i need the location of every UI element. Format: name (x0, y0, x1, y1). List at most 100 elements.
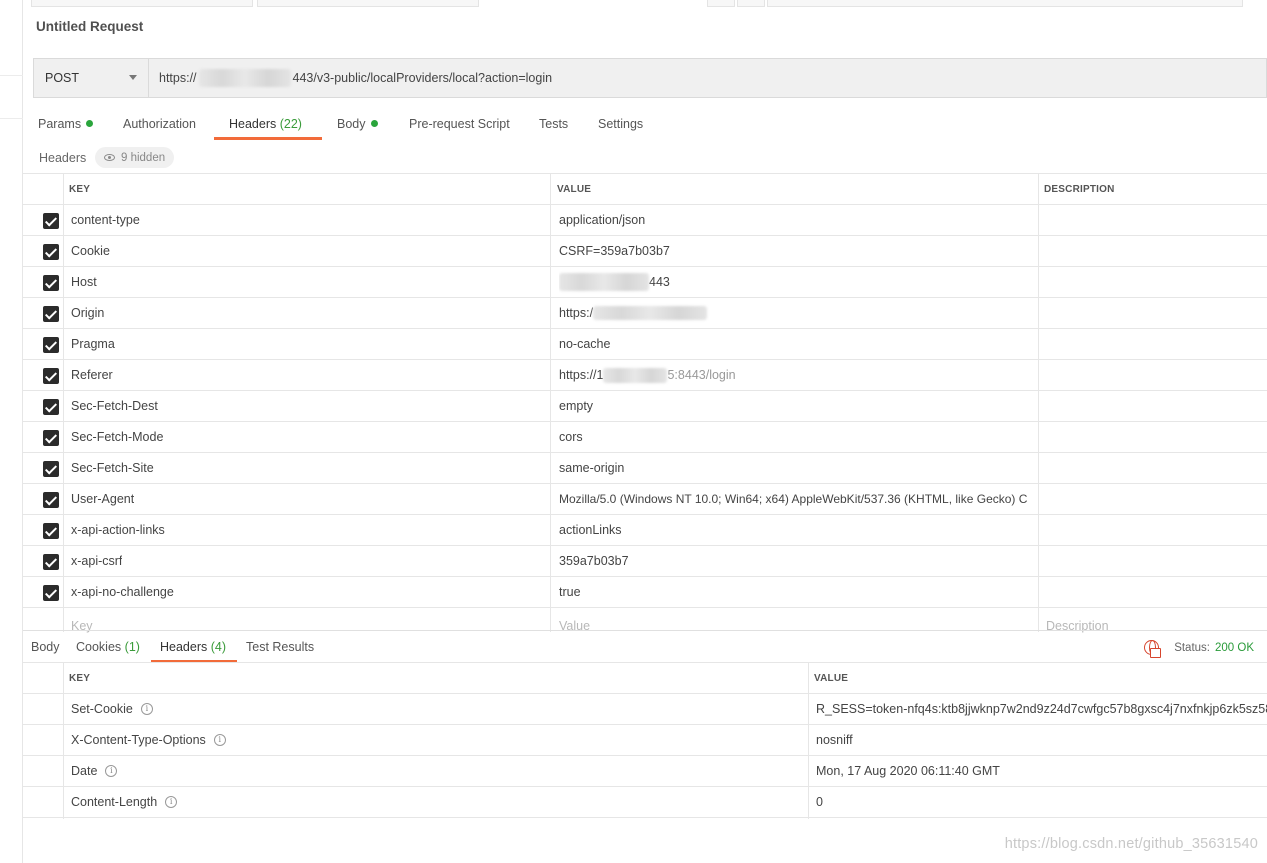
request-headers-table: KEY VALUE DESCRIPTION content-type appli… (23, 173, 1267, 633)
row-checkbox[interactable] (43, 461, 59, 477)
table-row: X-Content-Type-Options i nosniff (23, 725, 1267, 756)
tab-params[interactable]: Params (38, 117, 94, 131)
redacted-value (603, 367, 668, 383)
row-checkbox[interactable] (43, 399, 59, 415)
new-header-row: Key Value Description (23, 608, 1267, 633)
response-status: Status: 200 OK (1144, 640, 1254, 658)
header-key[interactable]: x-api-csrf (71, 546, 122, 576)
header-value[interactable]: same-origin (559, 453, 1033, 483)
header-key[interactable]: x-api-action-links (71, 515, 165, 545)
tab-authorization[interactable]: Authorization (123, 117, 196, 131)
row-checkbox[interactable] (43, 430, 59, 446)
response-tab-cookies[interactable]: Cookies (1) (76, 640, 140, 654)
response-header-value: Mon, 17 Aug 2020 06:11:40 GMT (816, 764, 1000, 778)
table-row: x-api-action-links actionLinks (23, 515, 1267, 546)
table-header-row: KEY VALUE (23, 663, 1267, 694)
header-key[interactable]: Pragma (71, 329, 115, 359)
response-header-key: Content-Length i (71, 787, 178, 817)
row-checkbox[interactable] (43, 368, 59, 384)
redacted-value (559, 273, 649, 291)
response-header-value: 0 (816, 795, 823, 809)
header-value[interactable]: application/json (559, 205, 1033, 235)
row-checkbox[interactable] (43, 523, 59, 539)
response-tab-test-results[interactable]: Test Results (246, 640, 314, 654)
response-tab-headers[interactable]: Headers (4) (160, 640, 226, 654)
body-status-dot (370, 120, 378, 127)
row-checkbox[interactable] (43, 554, 59, 570)
header-value[interactable]: CSRF=359a7b03b7 (559, 236, 1033, 266)
table-row: Host 443 (23, 267, 1267, 298)
row-checkbox[interactable] (43, 306, 59, 322)
redacted-value (593, 306, 708, 320)
header-value[interactable]: empty (559, 391, 1033, 421)
info-icon[interactable]: i (105, 765, 118, 777)
globe-error-icon[interactable] (1144, 640, 1162, 658)
headers-section-label: Headers (39, 151, 87, 165)
url-bar: POST https:// 443/v3-public/localProvide… (33, 58, 1267, 98)
table-header-row: KEY VALUE DESCRIPTION (23, 174, 1267, 205)
redacted-host (198, 69, 291, 87)
response-header-key: Set-Cookie i (71, 694, 153, 724)
url-input[interactable]: https:// 443/v3-public/localProviders/lo… (149, 59, 1266, 97)
header-value[interactable]: true (559, 577, 1033, 607)
row-checkbox[interactable] (43, 275, 59, 291)
header-value[interactable]: actionLinks (559, 515, 1033, 545)
header-key[interactable]: User-Agent (71, 484, 134, 514)
column-header-value: VALUE (557, 183, 592, 195)
table-row: User-Agent Mozilla/5.0 (Windows NT 10.0;… (23, 484, 1267, 515)
header-value[interactable]: cors (559, 422, 1033, 452)
header-key[interactable]: Sec-Fetch-Mode (71, 422, 163, 452)
row-checkbox[interactable] (43, 213, 59, 229)
header-value[interactable]: 359a7b03b7 (559, 546, 1033, 576)
response-header-value: nosniff (816, 733, 853, 747)
column-header-value: VALUE (814, 672, 849, 684)
info-icon[interactable]: i (165, 796, 178, 808)
row-checkbox[interactable] (43, 337, 59, 353)
url-suffix: 443/v3-public/localProviders/local?actio… (292, 71, 553, 85)
response-header-key: X-Content-Type-Options i (71, 725, 226, 755)
info-icon[interactable]: i (140, 703, 153, 715)
row-checkbox[interactable] (43, 492, 59, 508)
header-value[interactable]: https://1 5:8443/login (559, 360, 1033, 390)
tab-body[interactable]: Body (337, 117, 378, 131)
header-key[interactable]: Sec-Fetch-Dest (71, 391, 158, 421)
tab-pre-request-script[interactable]: Pre-request Script (409, 117, 510, 131)
method-select[interactable]: POST (34, 59, 149, 97)
header-value[interactable]: no-cache (559, 329, 1033, 359)
response-tab-body[interactable]: Body (31, 640, 60, 654)
row-checkbox[interactable] (43, 244, 59, 260)
row-checkbox[interactable] (43, 585, 59, 601)
header-key[interactable]: Host (71, 267, 97, 297)
header-key[interactable]: x-api-no-challenge (71, 577, 174, 607)
header-value[interactable]: 443 (559, 267, 1033, 297)
eye-icon (104, 154, 115, 161)
tab-tests[interactable]: Tests (539, 117, 568, 131)
header-key[interactable]: Sec-Fetch-Site (71, 453, 154, 483)
request-tab[interactable] (31, 0, 253, 7)
header-key[interactable]: Cookie (71, 236, 110, 266)
header-value[interactable]: https:/ (559, 298, 1033, 328)
request-tab[interactable] (767, 0, 1243, 7)
table-row: Sec-Fetch-Site same-origin (23, 453, 1267, 484)
request-tab[interactable] (257, 0, 479, 7)
request-tab[interactable] (707, 0, 735, 7)
header-key[interactable]: content-type (71, 205, 140, 235)
response-tabs: Body Cookies (1) Headers (4) Test Result… (23, 630, 1267, 663)
table-row: x-api-csrf 359a7b03b7 (23, 546, 1267, 577)
table-row: Date i Mon, 17 Aug 2020 06:11:40 GMT (23, 756, 1267, 787)
request-title[interactable]: Untitled Request (36, 19, 143, 34)
header-key[interactable]: Origin (71, 298, 104, 328)
hidden-headers-toggle[interactable]: 9 hidden (95, 147, 175, 168)
tab-headers[interactable]: Headers (22) (229, 117, 302, 131)
header-value[interactable]: Mozilla/5.0 (Windows NT 10.0; Win64; x64… (559, 484, 1033, 514)
response-header-value: R_SESS=token-nfq4s:ktb8jjwknp7w2nd9z24d7… (816, 702, 1267, 716)
column-header-key: KEY (69, 672, 91, 684)
method-label: POST (45, 71, 80, 85)
table-row: Sec-Fetch-Mode cors (23, 422, 1267, 453)
request-tab[interactable] (737, 0, 765, 7)
status-label: Status: (1174, 641, 1210, 654)
table-row: content-type application/json (23, 205, 1267, 236)
tab-settings[interactable]: Settings (598, 117, 643, 131)
info-icon[interactable]: i (213, 734, 226, 746)
header-key[interactable]: Referer (71, 360, 113, 390)
